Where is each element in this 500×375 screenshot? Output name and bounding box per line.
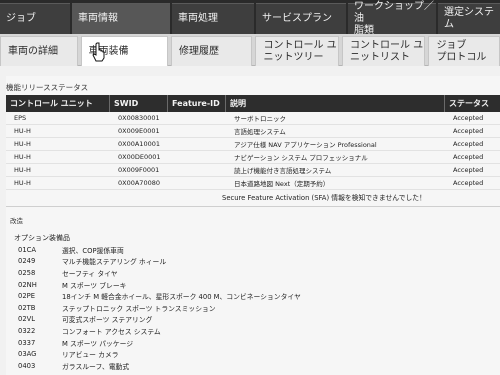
list-item: 0322 コンフォート アクセス システム bbox=[14, 325, 494, 337]
sfa-message: Secure Feature Activation (SFA) 情報を検知できま… bbox=[222, 194, 426, 202]
hand-cursor-icon bbox=[92, 42, 105, 62]
option-code: 0403 bbox=[18, 361, 36, 370]
cell-desc: 読上げ機能付き言語処理システム bbox=[234, 167, 332, 175]
option-code: 0337 bbox=[18, 338, 36, 347]
cell-desc: 日本道路地図 Next（定期予約） bbox=[234, 180, 330, 188]
option-code: 03AG bbox=[18, 350, 37, 359]
table-row[interactable]: HU-H 0X009E0001 言語処理システム Accepted bbox=[6, 125, 500, 138]
tab-workshop-fluids[interactable]: ワークショップ／油 脂類 bbox=[348, 1, 436, 36]
col-control-unit[interactable]: コントロール ユニット bbox=[6, 95, 110, 112]
col-swid[interactable]: SWID bbox=[110, 95, 168, 112]
cell-status: Accepted bbox=[453, 166, 484, 174]
option-desc: リアビュー カメラ bbox=[62, 351, 119, 360]
cell-status: Accepted bbox=[453, 153, 484, 161]
option-desc: セーフティ タイヤ bbox=[62, 269, 118, 278]
remarks-label: 改造 bbox=[10, 217, 23, 225]
option-desc: コンフォート アクセス システム bbox=[62, 327, 161, 336]
release-status-title: 機能リリースステータス bbox=[6, 83, 89, 92]
option-code: 02VL bbox=[18, 315, 36, 324]
list-item: 02NH M スポーツ ブレーキ bbox=[14, 279, 494, 291]
option-desc: マルチ機能ステアリング ホィール bbox=[62, 258, 167, 267]
release-status-table: コントロール ユニット SWID Feature-ID 説明 ステータス EPS… bbox=[6, 95, 500, 190]
cell-swid: 0X00DE0001 bbox=[118, 153, 161, 161]
tab-job-protocol[interactable]: ジョブ プロトコル bbox=[428, 36, 500, 66]
cell-status: Accepted bbox=[453, 127, 484, 135]
col-status[interactable]: ステータス bbox=[445, 95, 500, 112]
list-item: 0337 M スポーツ パッケージ bbox=[14, 337, 494, 349]
list-item: 01CA 選択、COP援係車両 bbox=[14, 244, 494, 256]
cell-swid: 0X009E0001 bbox=[118, 127, 160, 135]
tab-control-unit-tree[interactable]: コントロール ユ ニットツリー bbox=[255, 36, 339, 66]
table-row[interactable]: HU-H 0X009F0001 読上げ機能付き言語処理システム Accepted bbox=[6, 164, 500, 177]
main-nav: ジョブ 車両情報 車両処理 サービスプラン ワークショップ／油 脂類 選定システ… bbox=[0, 0, 500, 36]
tab-control-unit-list[interactable]: コントロール ユ ニットリスト bbox=[341, 36, 426, 66]
cell-swid: 0X00830001 bbox=[118, 114, 160, 122]
option-desc: M スポーツ パッケージ bbox=[62, 339, 134, 348]
list-item: 02VL 可変式スポーツ ステアリング bbox=[14, 314, 494, 326]
table-row[interactable]: HU-H 0X00DE0001 ナビゲーション システム プロフェッショナル A… bbox=[6, 151, 500, 164]
section-divider bbox=[6, 206, 500, 207]
option-code: 01CA bbox=[18, 245, 37, 254]
cell-unit: HU-H bbox=[14, 166, 31, 174]
list-item: 02PE 18インチ M 軽合金ホイール、星形スポーク 400 M、コンビネーショ… bbox=[14, 290, 494, 302]
options-list: 01CA 選択、COP援係車両 0249 マルチ機能ステアリング ホィール 0258… bbox=[14, 244, 494, 372]
option-code: 0322 bbox=[18, 326, 36, 335]
cell-unit: HU-H bbox=[14, 153, 31, 161]
table-row[interactable]: HU-H 0X00A70080 日本道路地図 Next（定期予約） Accept… bbox=[6, 177, 500, 190]
option-desc: M スポーツ ブレーキ bbox=[62, 281, 127, 290]
option-desc: 選択、COP援係車両 bbox=[62, 246, 124, 255]
option-desc: 18インチ M 軽合金ホイール、星形スポーク 400 M、コンビネーションタイヤ bbox=[62, 293, 301, 302]
content-panel: 機能リリースステータス コントロール ユニット SWID Feature-ID … bbox=[6, 76, 500, 375]
list-item: 03AG リアビュー カメラ bbox=[14, 348, 494, 360]
tab-vehicle-info[interactable]: 車両情報 bbox=[72, 3, 170, 34]
option-desc: 可変式スポーツ ステアリング bbox=[62, 316, 153, 325]
list-item: 0258 セーフティ タイヤ bbox=[14, 267, 494, 279]
option-code: 02NH bbox=[18, 280, 37, 289]
cell-status: Accepted bbox=[453, 179, 484, 187]
cell-desc: ナビゲーション システム プロフェッショナル bbox=[234, 154, 368, 162]
tab-vehicle-processing[interactable]: 車両処理 bbox=[172, 3, 254, 34]
cell-swid: 0X009F0001 bbox=[118, 166, 160, 174]
tab-selection-system[interactable]: 選定システム bbox=[438, 3, 500, 34]
tab-repair-history[interactable]: 修理履歴 bbox=[170, 36, 253, 66]
options-title: オプション装備品 bbox=[14, 234, 70, 242]
list-item: 0403 ガラスルーフ、電動式 bbox=[14, 360, 494, 372]
cell-unit: EPS bbox=[14, 114, 27, 122]
col-description[interactable]: 説明 bbox=[226, 95, 445, 112]
cell-unit: HU-H bbox=[14, 140, 31, 148]
option-desc: ステップトロニック スポーツ トランスミッション bbox=[62, 304, 216, 313]
cell-unit: HU-H bbox=[14, 127, 31, 135]
table-row[interactable]: EPS 0X00830001 サーボトロニック Accepted bbox=[6, 112, 500, 125]
col-feature-id[interactable]: Feature-ID bbox=[168, 95, 226, 112]
cell-status: Accepted bbox=[453, 114, 484, 122]
cell-swid: 0X00A70080 bbox=[118, 179, 160, 187]
option-desc: ガラスルーフ、電動式 bbox=[62, 362, 130, 371]
table-row[interactable]: HU-H 0X00A10001 アジア仕様 NAV アプリケーション Profe… bbox=[6, 138, 500, 151]
option-code: 02PE bbox=[18, 292, 36, 301]
option-code: 0258 bbox=[18, 268, 36, 277]
cell-desc: アジア仕様 NAV アプリケーション Professional bbox=[234, 141, 377, 149]
table-header: コントロール ユニット SWID Feature-ID 説明 ステータス bbox=[6, 95, 500, 112]
tab-job[interactable]: ジョブ bbox=[0, 3, 70, 34]
tab-vehicle-details[interactable]: 車両の詳細 bbox=[0, 36, 78, 66]
option-code: 0249 bbox=[18, 257, 36, 266]
sub-nav: 車両の詳細 車両装備 修理履歴 コントロール ユ ニットツリー コントロール ユ… bbox=[0, 34, 500, 66]
cell-status: Accepted bbox=[453, 140, 484, 148]
tab-service-plan[interactable]: サービスプラン bbox=[256, 3, 346, 34]
list-item: 0249 マルチ機能ステアリング ホィール bbox=[14, 256, 494, 268]
cell-desc: サーボトロニック bbox=[234, 115, 286, 123]
option-code: 02TB bbox=[18, 303, 36, 312]
cell-swid: 0X00A10001 bbox=[118, 140, 160, 148]
list-item: 02TB ステップトロニック スポーツ トランスミッション bbox=[14, 302, 494, 314]
cell-desc: 言語処理システム bbox=[234, 128, 286, 136]
cell-unit: HU-H bbox=[14, 179, 31, 187]
